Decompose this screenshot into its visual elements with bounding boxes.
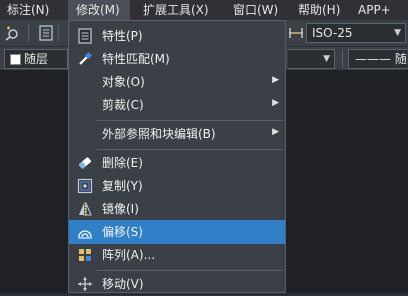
chevron-right-icon: ▶ (272, 127, 279, 137)
menu-item-array[interactable]: 阵列(A)... (69, 243, 285, 267)
dimension-style-value: ISO-25 (312, 26, 353, 40)
zoom-icon[interactable] (4, 25, 20, 41)
properties-toolbar-icon[interactable] (38, 25, 54, 41)
menu-separator (97, 120, 283, 121)
linetype-value: ——— 随层 (355, 52, 407, 66)
move-icon (77, 276, 93, 292)
toolbar-separator (342, 50, 343, 68)
modify-menu: 特性(P) 特性匹配(M) 对象(O) ▶ 剪裁(C) ▶ 外部参照和块编辑(B… (68, 20, 286, 293)
menu-item-copy[interactable]: 复制(Y) (69, 174, 285, 198)
offset-icon (77, 224, 93, 240)
copy-icon (77, 178, 93, 194)
linetype-select[interactable]: ——— 随层 (348, 49, 407, 69)
mirror-icon (77, 201, 93, 217)
color-swatch-icon (10, 54, 21, 65)
menu-item-label: 外部参照和块编辑(B) (102, 127, 216, 141)
color-value: 随层 (24, 52, 49, 66)
menu-item-label: 剪裁(C) (102, 98, 144, 112)
menu-item-erase[interactable]: 删除(E) (69, 151, 285, 175)
toolbar-separator (58, 24, 59, 42)
color-select[interactable]: 随层 (4, 49, 68, 69)
menu-bar: 标注(N) 修改(M) 扩展工具(X) 窗口(W) 帮助(H) APP+ (0, 0, 408, 20)
chevron-down-icon: ▼ (394, 28, 401, 38)
menu-item-label: 镜像(I) (102, 202, 139, 216)
match-properties-brush-icon (77, 51, 93, 67)
menu-item-match-properties[interactable]: 特性匹配(M) (69, 47, 285, 71)
chevron-down-icon: ▼ (323, 54, 330, 64)
menu-item-move[interactable]: 移动(V) (69, 272, 285, 296)
menu-item-label: 特性匹配(M) (102, 52, 170, 66)
menu-extended-tools[interactable]: 扩展工具(X) (143, 0, 223, 20)
menu-item-label: 特性(P) (102, 29, 143, 43)
dimension-style-select[interactable]: ISO-25 ▼ (306, 23, 406, 43)
menu-item-properties[interactable]: 特性(P) (69, 24, 285, 48)
menu-item-clip[interactable]: 剪裁(C) ▶ (69, 93, 285, 117)
dimension-style-icon (288, 25, 304, 41)
menu-item-mirror[interactable]: 镜像(I) (69, 197, 285, 221)
menu-item-label: 删除(E) (102, 156, 143, 170)
menu-item-label: 复制(Y) (102, 179, 143, 193)
menu-item-label: 移动(V) (102, 277, 144, 291)
menu-separator (97, 149, 283, 150)
menu-item-label: 对象(O) (102, 75, 145, 89)
eraser-icon (77, 155, 93, 171)
menu-dimension[interactable]: 标注(N) (7, 0, 61, 20)
chevron-right-icon: ▶ (272, 75, 279, 85)
menu-item-label: 偏移(S) (102, 225, 143, 239)
menu-item-xref-block-edit[interactable]: 外部参照和块编辑(B) ▶ (69, 122, 285, 146)
menu-app-plus[interactable]: APP+ (358, 0, 394, 20)
menu-item-object[interactable]: 对象(O) ▶ (69, 70, 285, 94)
chevron-right-icon: ▶ (272, 98, 279, 108)
menu-window[interactable]: 窗口(W) (233, 0, 281, 20)
toolbar-separator (28, 24, 29, 42)
array-icon (77, 247, 93, 263)
menu-separator (97, 270, 283, 271)
menu-item-label: 阵列(A)... (102, 248, 156, 262)
properties-icon (77, 28, 93, 44)
menu-modify[interactable]: 修改(M) (68, 0, 130, 20)
color-select-end[interactable]: ▼ (288, 49, 335, 69)
menu-help[interactable]: 帮助(H) (298, 0, 342, 20)
menu-item-offset[interactable]: 偏移(S) (69, 220, 285, 244)
